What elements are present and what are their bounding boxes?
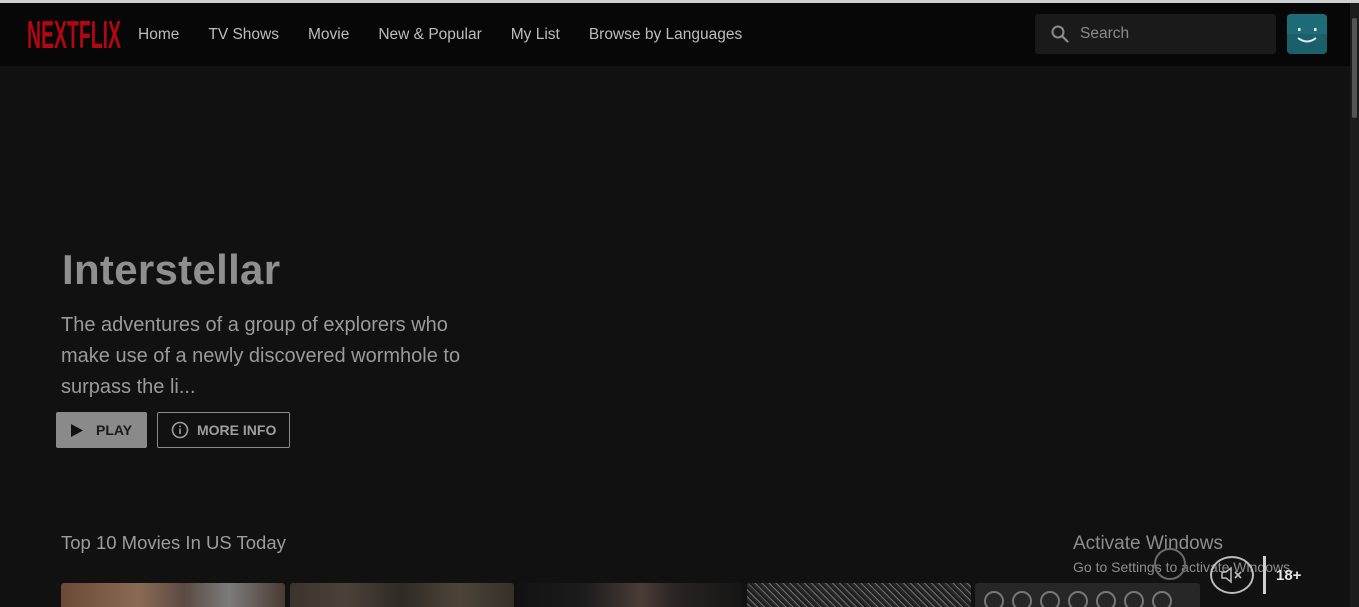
speaker-circle-icon[interactable] (1154, 548, 1186, 580)
nav-my-list[interactable]: My List (511, 26, 560, 44)
info-icon (171, 421, 189, 439)
nav-browse-languages[interactable]: Browse by Languages (589, 26, 742, 44)
movie-thumbnail-4[interactable] (747, 583, 971, 607)
nav-tv-shows[interactable]: TV Shows (208, 26, 279, 44)
mute-button[interactable] (1210, 556, 1254, 594)
watermark-title: Activate Windows (1073, 533, 1223, 554)
camera-icon[interactable] (1040, 591, 1060, 607)
play-button[interactable]: PLAY (56, 412, 147, 448)
play-circle-icon[interactable] (984, 591, 1004, 607)
play-label: PLAY (96, 422, 133, 438)
top-navbar: NEXTFLIX Home TV Shows Movie New & Popul… (0, 3, 1350, 66)
nav-movie[interactable]: Movie (308, 26, 349, 44)
hero-title: Interstellar (62, 246, 281, 293)
movie-thumbnail-1[interactable] (61, 583, 285, 607)
row-title: Top 10 Movies In US Today (61, 532, 286, 553)
play-icon (71, 423, 83, 437)
movie-thumbnail-2[interactable] (290, 583, 514, 607)
volume-mute-icon (1221, 566, 1242, 584)
maturity-rating-badge: 18+ (1263, 556, 1301, 594)
more-info-label: MORE INFO (197, 422, 277, 438)
nextflix-logo[interactable]: NEXTFLIX (26, 12, 122, 56)
movie-thumbnail-3[interactable] (518, 583, 742, 607)
search-box[interactable] (1035, 14, 1276, 54)
scrollbar-thumb[interactable] (1352, 18, 1357, 118)
nav-home[interactable]: Home (138, 26, 179, 44)
logo-text: NEXTFLIX (27, 13, 121, 56)
smiley-avatar-icon (1287, 14, 1327, 54)
gear-icon[interactable] (1124, 591, 1144, 607)
expand-circle-icon[interactable] (1152, 591, 1172, 607)
profile-avatar[interactable] (1287, 14, 1327, 54)
preview-controls (984, 591, 1172, 607)
search-icon[interactable] (1050, 24, 1070, 44)
like-circle-icon[interactable] (1012, 591, 1032, 607)
nav-links: Home TV Shows Movie New & Popular My Lis… (138, 3, 771, 66)
hero-description: The adventures of a group of explorers w… (61, 314, 461, 398)
video-icon[interactable] (1068, 591, 1088, 607)
nav-new-popular[interactable]: New & Popular (378, 26, 481, 44)
search-input[interactable] (1080, 25, 1260, 43)
list-icon[interactable] (1096, 591, 1116, 607)
more-info-button[interactable]: MORE INFO (157, 412, 290, 448)
